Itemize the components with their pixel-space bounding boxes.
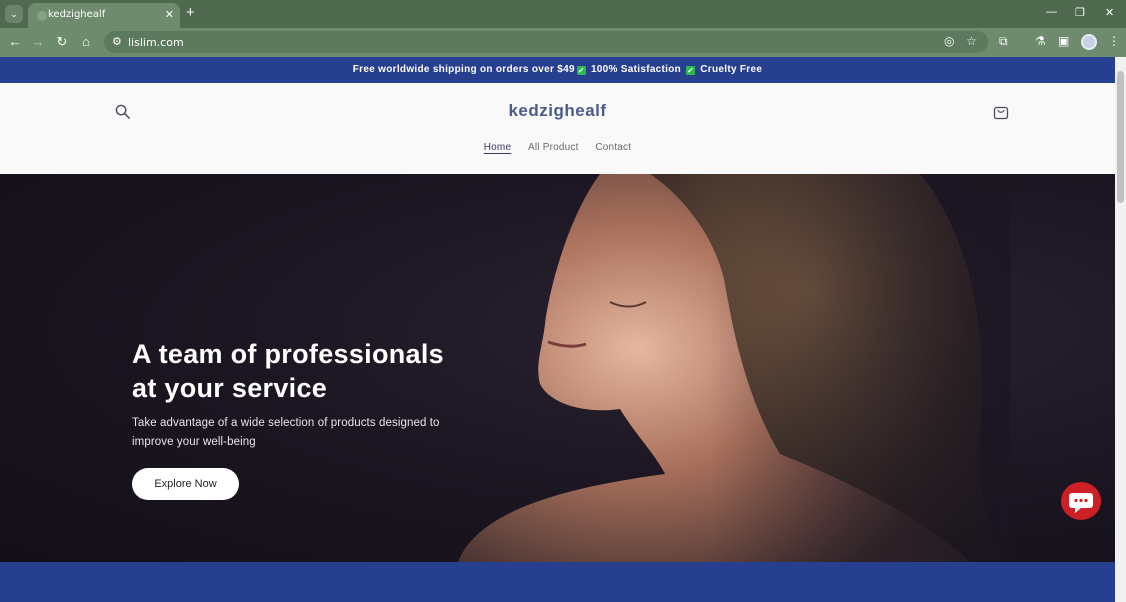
address-bar[interactable]: ⚙ lislim.com ◎ ☆: [104, 31, 988, 53]
nav-all-product[interactable]: All Product: [528, 142, 579, 153]
eye-off-icon[interactable]: ◎: [944, 34, 954, 48]
checkmark-icon: ✓: [686, 66, 696, 75]
close-window-button[interactable]: ✕: [1105, 6, 1114, 19]
chat-icon: [1069, 493, 1093, 513]
announcement-cruelty-free: Cruelty Free: [700, 64, 763, 75]
browser-menu-icon[interactable]: ⋮: [1108, 34, 1120, 48]
nav-contact[interactable]: Contact: [595, 142, 631, 153]
profile-avatar[interactable]: [1081, 34, 1097, 50]
explore-now-button[interactable]: Explore Now: [132, 468, 239, 500]
cart-icon[interactable]: [993, 103, 1009, 120]
hero-copy: A team of professionals at your service …: [132, 337, 472, 500]
site-header: kedzighealf Home All Product Contact: [0, 83, 1115, 174]
favicon-icon: [37, 11, 47, 21]
minimize-window-button[interactable]: —: [1046, 6, 1057, 18]
side-panel-icon[interactable]: ▣: [1058, 34, 1069, 48]
announcement-shipping: Free worldwide shipping on orders over $…: [352, 64, 575, 75]
tab-title: kedzighealf: [48, 9, 106, 20]
new-tab-button[interactable]: +: [186, 4, 195, 21]
bookmark-star-icon[interactable]: ☆: [966, 34, 977, 48]
reload-button[interactable]: ↻: [54, 34, 70, 50]
checkmark-icon: ✓: [576, 66, 586, 75]
url-text[interactable]: lislim.com: [128, 36, 184, 49]
hero-title: A team of professionals at your service: [132, 339, 444, 403]
forward-button[interactable]: →: [30, 34, 46, 49]
home-button[interactable]: ⌂: [78, 34, 94, 49]
chat-widget-button[interactable]: [1061, 482, 1101, 520]
restore-window-button[interactable]: ❐: [1075, 6, 1085, 19]
labs-flask-icon[interactable]: ⚗: [1035, 34, 1046, 48]
next-section-band: [0, 562, 1115, 602]
browser-toolbar: ← → ↻ ⌂ ⚙ lislim.com ◎ ☆ ⧉ ⚗ ▣ ⋮: [0, 28, 1126, 57]
web-page: Free worldwide shipping on orders over $…: [0, 57, 1115, 602]
page-scrollbar[interactable]: [1115, 57, 1126, 602]
hero-banner: A team of professionals at your service …: [0, 174, 1115, 562]
nav-home[interactable]: Home: [484, 142, 511, 153]
main-nav: Home All Product Contact: [0, 142, 1115, 153]
back-button[interactable]: ←: [7, 34, 23, 49]
hero-subtitle: Take advantage of a wide selection of pr…: [132, 417, 440, 448]
tab-search-button[interactable]: ⌄: [5, 5, 23, 23]
site-info-icon[interactable]: ⚙: [112, 35, 122, 48]
hero-portrait-image: [458, 174, 1010, 562]
browser-tabstrip: ⌄ kedzighealf ✕ + — ❐ ✕: [0, 0, 1126, 28]
close-tab-icon[interactable]: ✕: [165, 8, 174, 21]
browser-tab[interactable]: kedzighealf ✕: [28, 3, 180, 28]
site-logo[interactable]: kedzighealf: [0, 101, 1115, 121]
extensions-icon[interactable]: ⧉: [999, 34, 1008, 49]
announcement-bar: Free worldwide shipping on orders over $…: [0, 57, 1115, 83]
announcement-satisfaction: 100% Satisfaction: [590, 64, 682, 75]
scrollbar-thumb[interactable]: [1117, 71, 1124, 203]
